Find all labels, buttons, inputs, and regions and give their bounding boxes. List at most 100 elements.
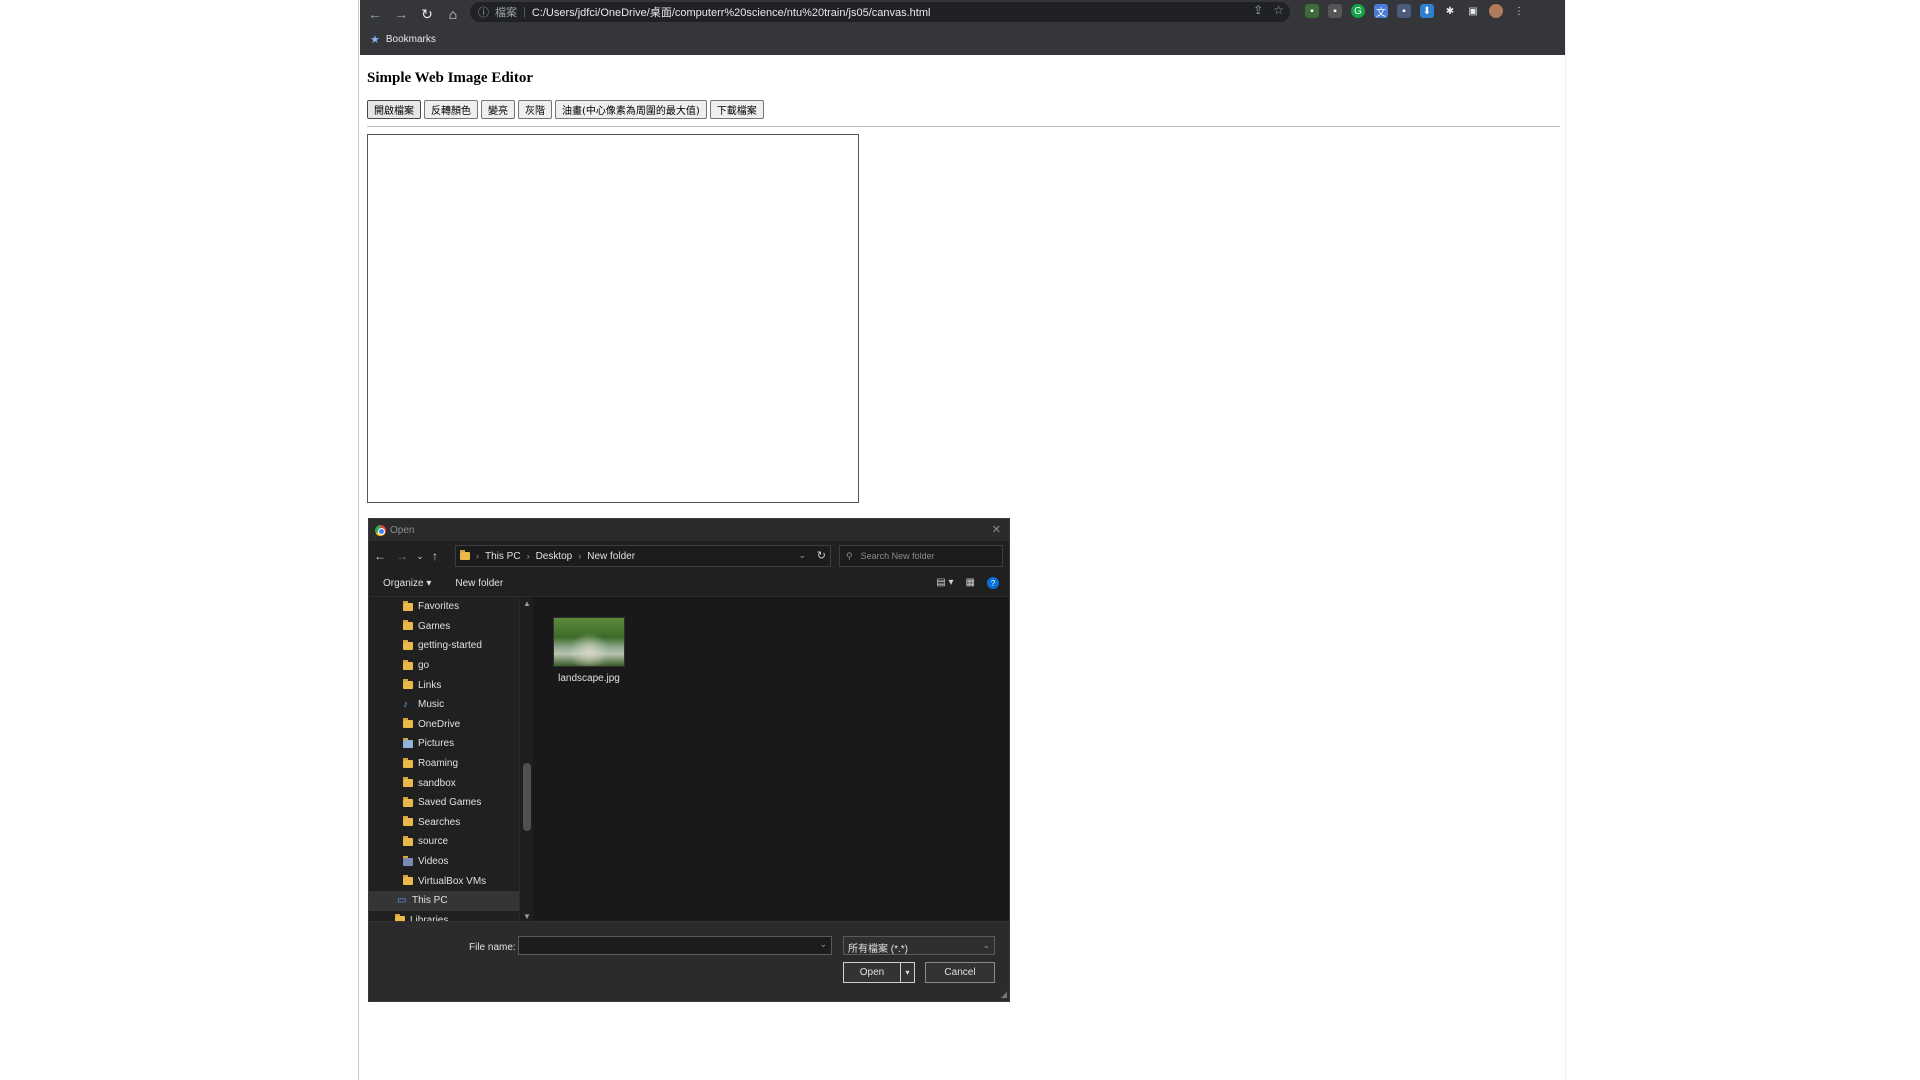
- omnibox-actions: ⇪ ☆: [1253, 3, 1284, 17]
- dialog-address-row: ← → ⌄ ↑ › This PC › Desktop › New folder…: [369, 541, 1009, 571]
- extension-icon[interactable]: ▪: [1305, 4, 1319, 18]
- address-bar[interactable]: ⓘ 檔案 | C:/Users/jdfci/OneDrive/桌面/comput…: [470, 2, 1290, 22]
- preview-pane-icon[interactable]: ▦: [966, 577, 975, 589]
- folder-icon: [403, 639, 413, 650]
- open-file-dialog: Open ✕ ← → ⌄ ↑ › This PC › Desktop › New…: [368, 518, 1010, 1002]
- dialog-titlebar: Open ✕: [369, 519, 1009, 541]
- share-icon[interactable]: ⇪: [1253, 3, 1263, 17]
- help-icon[interactable]: ?: [987, 577, 999, 589]
- tree-item-this-pc[interactable]: ▭ This PC: [369, 890, 533, 911]
- close-icon[interactable]: ✕: [992, 523, 1001, 536]
- scroll-up-icon[interactable]: ▲: [523, 599, 531, 608]
- page-title: Simple Web Image Editor: [367, 70, 533, 86]
- menu-icon[interactable]: ⋮: [1512, 4, 1526, 18]
- info-icon[interactable]: ⓘ: [478, 4, 489, 20]
- breadcrumb-this-pc[interactable]: This PC: [485, 551, 521, 562]
- chevron-down-icon[interactable]: ⌄: [982, 940, 990, 951]
- tree-item-sandbox[interactable]: sandbox: [369, 773, 533, 793]
- folder-icon: [403, 718, 413, 729]
- bookmarks-label[interactable]: Bookmarks: [386, 34, 436, 45]
- folder-icon: [403, 659, 413, 670]
- folder-link-icon: [403, 679, 413, 690]
- new-folder-button[interactable]: New folder: [455, 578, 503, 589]
- puzzle-icon[interactable]: ✱: [1443, 4, 1457, 18]
- file-name-input[interactable]: ⌄: [518, 936, 832, 955]
- bookmark-star-icon[interactable]: ☆: [1273, 3, 1284, 17]
- tree-item-roaming[interactable]: Roaming: [369, 754, 533, 774]
- extension-icon[interactable]: ▪: [1328, 4, 1342, 18]
- recent-locations-icon[interactable]: ⌄: [413, 551, 427, 562]
- folder-star-icon: [403, 600, 413, 611]
- back-icon[interactable]: ←: [369, 549, 391, 563]
- cancel-button[interactable]: Cancel: [925, 962, 995, 983]
- breadcrumb-new-folder[interactable]: New folder: [587, 551, 635, 562]
- grammarly-icon[interactable]: G: [1351, 4, 1365, 18]
- scroll-down-icon[interactable]: ▼: [523, 912, 531, 921]
- url-text[interactable]: C:/Users/jdfci/OneDrive/桌面/computerr%20s…: [532, 4, 931, 20]
- tree-item-virtualbox-vms[interactable]: VirtualBox VMs: [369, 871, 533, 891]
- search-input[interactable]: ⚲ Search New folder: [839, 545, 1003, 567]
- tree-item-games[interactable]: Games: [369, 617, 533, 637]
- download-icon[interactable]: ⬇: [1420, 4, 1434, 18]
- organize-button[interactable]: Organize ▾: [383, 578, 431, 589]
- tree-item-videos[interactable]: Videos: [369, 852, 533, 872]
- breadcrumb-desktop[interactable]: Desktop: [536, 551, 573, 562]
- reload-icon[interactable]: ↻: [416, 3, 438, 25]
- open-dropdown-icon[interactable]: ▾: [901, 968, 914, 977]
- view-options-icon[interactable]: ▤ ▾: [936, 577, 953, 589]
- invert-color-button[interactable]: 反轉顏色: [424, 100, 478, 119]
- tree-item-onedrive[interactable]: OneDrive: [369, 715, 533, 735]
- open-button[interactable]: Open ▾: [843, 962, 915, 983]
- refresh-icon[interactable]: ↻: [817, 549, 826, 562]
- chevron-down-icon[interactable]: ⌄: [819, 939, 827, 950]
- tree-item-searches[interactable]: Searches: [369, 813, 533, 833]
- file-type-select[interactable]: 所有檔案 (*.*) ⌄: [843, 936, 995, 955]
- desktop-left-blank: [0, 0, 359, 1080]
- view-controls: ▤ ▾ ▦ ?: [936, 577, 999, 589]
- scroll-thumb[interactable]: [523, 763, 531, 831]
- dialog-footer: File name: ⌄ 所有檔案 (*.*) ⌄ Open ▾ Cancel …: [369, 921, 1009, 1001]
- file-item-landscape[interactable]: landscape.jpg: [551, 617, 627, 684]
- extension-icon[interactable]: ▪: [1397, 4, 1411, 18]
- translate-icon[interactable]: 文: [1374, 4, 1388, 19]
- desktop-right-blank: [1565, 0, 1575, 1080]
- back-icon[interactable]: ←: [364, 3, 386, 25]
- file-list: landscape.jpg: [533, 597, 1009, 923]
- home-icon[interactable]: ⌂: [442, 3, 464, 25]
- open-file-button[interactable]: 開啟檔案: [367, 100, 421, 119]
- sidepanel-icon[interactable]: ▣: [1466, 4, 1480, 18]
- search-icon: ⚲: [846, 550, 853, 561]
- tree-item-pictures[interactable]: Pictures: [369, 734, 533, 754]
- tree-item-music[interactable]: ♪ Music: [369, 695, 533, 715]
- tree-item-links[interactable]: Links: [369, 675, 533, 695]
- folder-icon: [403, 620, 413, 631]
- forward-icon[interactable]: →: [391, 549, 413, 563]
- folder-icon: [460, 550, 470, 560]
- grayscale-button[interactable]: 灰階: [518, 100, 552, 119]
- download-file-button[interactable]: 下載檔案: [709, 100, 764, 119]
- avatar[interactable]: [1489, 4, 1503, 18]
- screen: ← → ↻ ⌂ ⓘ 檔案 | C:/Users/jdfci/OneDrive/桌…: [0, 0, 1920, 1080]
- folder-icon: [403, 835, 413, 846]
- chevron-down-icon[interactable]: ⌄: [798, 550, 806, 561]
- oil-paint-button[interactable]: 油畫(中心像素為周圍的最大值): [555, 100, 707, 119]
- tree-item-getting-started[interactable]: getting-started: [369, 636, 533, 656]
- resize-grip-icon[interactable]: ◢: [1001, 990, 1007, 999]
- path-breadcrumb[interactable]: › This PC › Desktop › New folder ⌄ ↻: [455, 545, 831, 567]
- tree-item-saved-games[interactable]: Saved Games: [369, 793, 533, 813]
- extensions-row: ▪ ▪ G 文 ▪ ⬇ ✱ ▣ ⋮: [1305, 4, 1526, 19]
- image-canvas[interactable]: [367, 134, 859, 503]
- brighten-button[interactable]: 變亮: [481, 100, 515, 119]
- tree-item-source[interactable]: source: [369, 832, 533, 852]
- folder-icon: [403, 875, 413, 886]
- music-icon: ♪: [403, 699, 408, 711]
- tree-item-go[interactable]: go: [369, 656, 533, 676]
- forward-icon[interactable]: →: [390, 3, 412, 25]
- tree-item-favorites[interactable]: Favorites: [369, 597, 533, 617]
- up-icon[interactable]: ↑: [427, 549, 443, 563]
- file-name: landscape.jpg: [558, 673, 620, 684]
- organize-label: Organize: [383, 578, 424, 589]
- tree-scrollbar[interactable]: ▲ ▼: [519, 597, 533, 923]
- folder-icon: [403, 796, 413, 807]
- file-name-label: File name:: [469, 942, 516, 953]
